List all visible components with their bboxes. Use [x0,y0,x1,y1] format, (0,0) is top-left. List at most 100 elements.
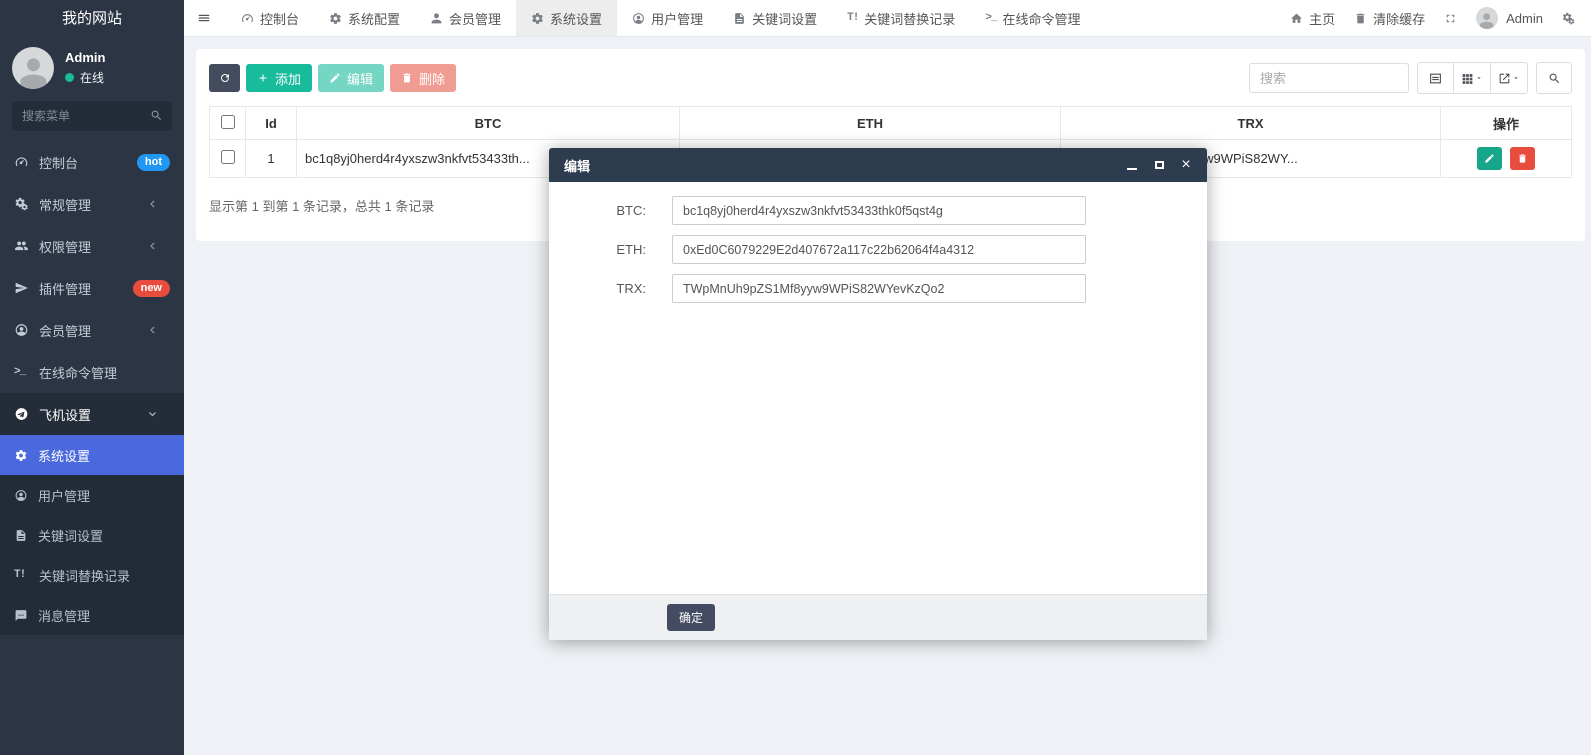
sidebar-item-general[interactable]: 常规管理 [0,183,184,225]
terminal-icon: >_ [14,366,29,378]
caret-down-icon [1475,74,1483,82]
maximize-icon [1155,161,1164,169]
trash-icon [1354,12,1367,25]
telegram-plane-icon [14,407,29,421]
sidebar-item-dashboard[interactable]: 控制台 hot [0,141,184,183]
select-all-checkbox[interactable] [221,115,235,129]
hamburger-icon [197,11,211,25]
columns-button[interactable] [1454,62,1491,94]
text-replace-icon: T! [847,12,858,24]
window-controls: × [1126,159,1192,171]
row-select-cell [210,140,246,178]
row-delete-button[interactable] [1510,147,1535,170]
close-button[interactable]: × [1180,159,1192,171]
sidebar-subitem-system-settings[interactable]: 系统设置 [0,435,184,475]
hot-badge: hot [137,154,170,171]
form-row-btc: BTC: [549,196,1207,225]
top-navbar: 控制台 系统配置 会员管理 系统设置 用户管理 关键词设置 T! 关键词替换记录… [184,0,1591,37]
eth-field[interactable] [672,235,1086,264]
user-menu[interactable]: Admin [1476,7,1543,29]
detail-view-button[interactable] [1417,62,1454,94]
sidebar-toggle-button[interactable] [184,0,226,36]
tab-system-settings[interactable]: 系统设置 [516,0,617,36]
export-icon [1498,72,1511,85]
minimize-button[interactable] [1126,159,1138,171]
tab-system-config[interactable]: 系统配置 [314,0,415,36]
sidebar-item-auth[interactable]: 权限管理 [0,225,184,267]
column-header-actions: 操作 [1441,107,1572,140]
sidebar-item-member[interactable]: 会员管理 [0,309,184,351]
refresh-icon [219,72,231,84]
row-edit-button[interactable] [1477,147,1502,170]
id-cell: 1 [246,140,297,178]
sidebar-subitem-label: 系统设置 [38,446,90,465]
chevron-down-icon [145,407,160,421]
trx-field[interactable] [672,274,1086,303]
sidebar-search [12,101,172,131]
edit-label: 编辑 [347,69,373,88]
avatar[interactable] [12,47,54,89]
search-toggle-button[interactable] [1536,62,1572,94]
form-row-trx: TRX: [549,274,1207,303]
edit-button[interactable]: 编辑 [318,64,384,92]
tab-keyword-settings[interactable]: 关键词设置 [718,0,832,36]
sidebar-subitem-keyword-replace-log[interactable]: T! 关键词替换记录 [0,555,184,595]
site-title: 我的网站 [0,0,184,37]
settings-menu-button[interactable] [1562,12,1575,25]
fullscreen-button[interactable] [1444,12,1457,25]
sidebar-subitem-keyword-settings[interactable]: 关键词设置 [0,515,184,555]
tab-keyword-replace-log[interactable]: T! 关键词替换记录 [832,0,970,36]
add-label: 添加 [275,69,301,88]
dialog-footer: 确定 [549,594,1207,640]
person-icon [15,52,52,89]
clear-cache-label: 清除缓存 [1373,9,1425,28]
chevron-left-icon [145,239,160,253]
refresh-button[interactable] [209,64,240,92]
search-icon [150,109,163,122]
file-icon [14,529,28,542]
sidebar-item-telegram-settings[interactable]: 飞机设置 [0,393,184,435]
btc-field[interactable] [672,196,1086,225]
home-icon [1290,12,1303,25]
user-circle-icon [632,12,645,25]
avatar [1476,7,1498,29]
delete-label: 删除 [419,69,445,88]
dashboard-icon [14,155,29,169]
tab-label: 关键词替换记录 [864,9,955,28]
sidebar-subitem-message-manage[interactable]: 消息管理 [0,595,184,635]
home-link[interactable]: 主页 [1290,9,1335,28]
tab-user-manage[interactable]: 用户管理 [617,0,718,36]
export-button[interactable] [1491,62,1528,94]
username-label: Admin [1506,11,1543,26]
confirm-button[interactable]: 确定 [667,604,715,631]
sidebar-subitem-user-manage[interactable]: 用户管理 [0,475,184,515]
terminal-icon: >_ [985,12,996,24]
sidebar-subitem-label: 消息管理 [38,606,90,625]
table-search-input[interactable] [1249,63,1409,93]
dialog-titlebar[interactable]: 编辑 × [549,148,1207,182]
sidebar-item-command[interactable]: >_ 在线命令管理 [0,351,184,393]
maximize-button[interactable] [1153,159,1165,171]
user-status: 在线 [65,69,105,86]
tab-label: 在线命令管理 [1003,9,1081,28]
text-replace-icon: T! [14,569,29,581]
columns-grid-icon [1461,72,1474,85]
tab-label: 系统配置 [348,9,400,28]
clear-cache-link[interactable]: 清除缓存 [1354,9,1425,28]
row-checkbox[interactable] [221,150,235,164]
rocket-icon [14,281,29,295]
dashboard-icon [241,12,254,25]
sidebar-item-label: 控制台 [39,153,78,172]
sidebar-item-addon[interactable]: 插件管理 new [0,267,184,309]
tab-command-manage[interactable]: >_ 在线命令管理 [970,0,1095,36]
tab-label: 系统设置 [550,9,602,28]
delete-button[interactable]: 删除 [390,64,456,92]
add-button[interactable]: 添加 [246,64,312,92]
sidebar-item-label: 常规管理 [39,195,91,214]
menu-search-input[interactable] [12,101,172,131]
gear-icon [329,12,342,25]
minimize-icon [1127,168,1137,170]
trash-icon [1517,153,1528,164]
tab-member-manage[interactable]: 会员管理 [415,0,516,36]
tab-dashboard[interactable]: 控制台 [226,0,314,36]
